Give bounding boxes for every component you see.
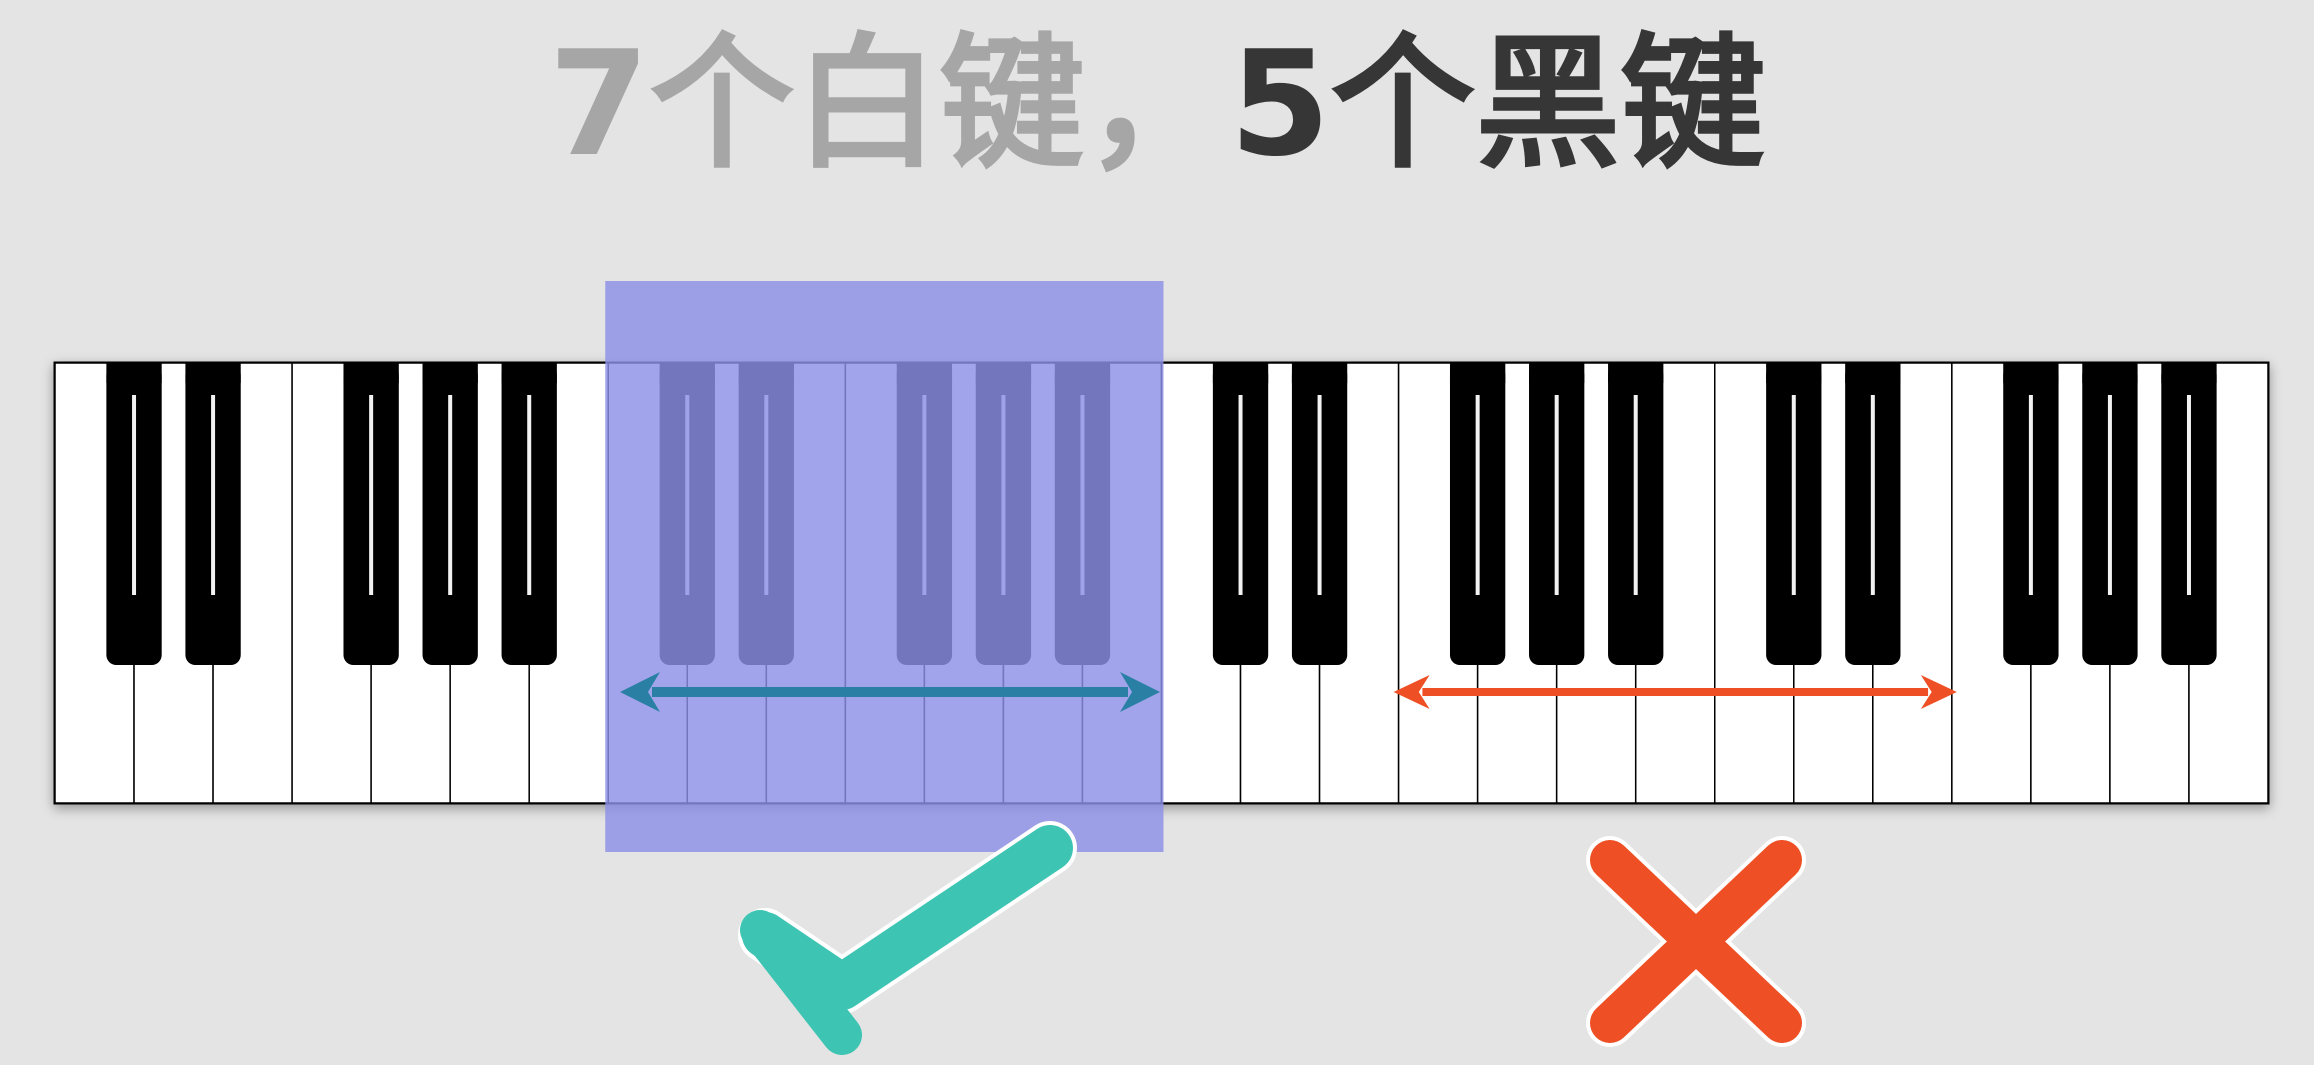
keyboard-diagram [53, 281, 2270, 1055]
black-key-highlight [2107, 395, 2112, 595]
black-key-top [1529, 363, 1585, 383]
black-key[interactable] [1291, 363, 1348, 665]
black-key-top [1608, 363, 1664, 383]
black-key-top [1449, 363, 1506, 383]
black-key-top [501, 363, 557, 383]
cross-icon [1586, 836, 1806, 1047]
black-key-top [422, 363, 478, 383]
black-key-highlight [527, 395, 532, 595]
black-key-top [1766, 363, 1822, 383]
black-key-highlight [448, 395, 453, 595]
black-key-top [2003, 363, 2059, 383]
black-key-highlight [1870, 395, 1875, 595]
black-key-top [2161, 363, 2217, 383]
black-key[interactable] [1212, 363, 1269, 665]
stage: 7个白键，5个黑键 [0, 0, 2314, 1065]
black-key[interactable] [2161, 363, 2217, 665]
black-key[interactable] [1529, 363, 1585, 665]
black-key-highlight [1554, 395, 1559, 595]
black-key[interactable] [1766, 363, 1822, 665]
black-key-highlight [2186, 395, 2191, 595]
black-key[interactable] [1845, 363, 1901, 665]
black-key-highlight [369, 395, 374, 595]
black-key-top [1212, 363, 1269, 383]
black-key-highlight [1238, 395, 1243, 595]
black-key-top [185, 363, 241, 383]
black-key-highlight [1317, 395, 1322, 595]
black-key[interactable] [106, 363, 162, 665]
black-key-top [343, 363, 399, 383]
highlighted-octave [605, 281, 1164, 852]
black-key-top [1845, 363, 1901, 383]
black-key-highlight [1791, 395, 1796, 595]
black-key-highlight [1633, 395, 1638, 595]
black-key[interactable] [501, 363, 557, 665]
black-key-highlight [211, 395, 216, 595]
black-key[interactable] [2003, 363, 2059, 665]
checkmark-icon [738, 821, 1077, 1055]
black-key-highlight [2028, 395, 2033, 595]
black-key[interactable] [343, 363, 399, 665]
black-key[interactable] [2082, 363, 2138, 665]
black-key[interactable] [1608, 363, 1664, 665]
black-key[interactable] [422, 363, 478, 665]
black-key[interactable] [185, 363, 241, 665]
black-key-top [1291, 363, 1348, 383]
black-key-highlight [132, 395, 137, 595]
black-key[interactable] [1449, 363, 1506, 665]
black-key-top [106, 363, 162, 383]
black-key-top [2082, 363, 2138, 383]
black-key-highlight [1475, 395, 1480, 595]
